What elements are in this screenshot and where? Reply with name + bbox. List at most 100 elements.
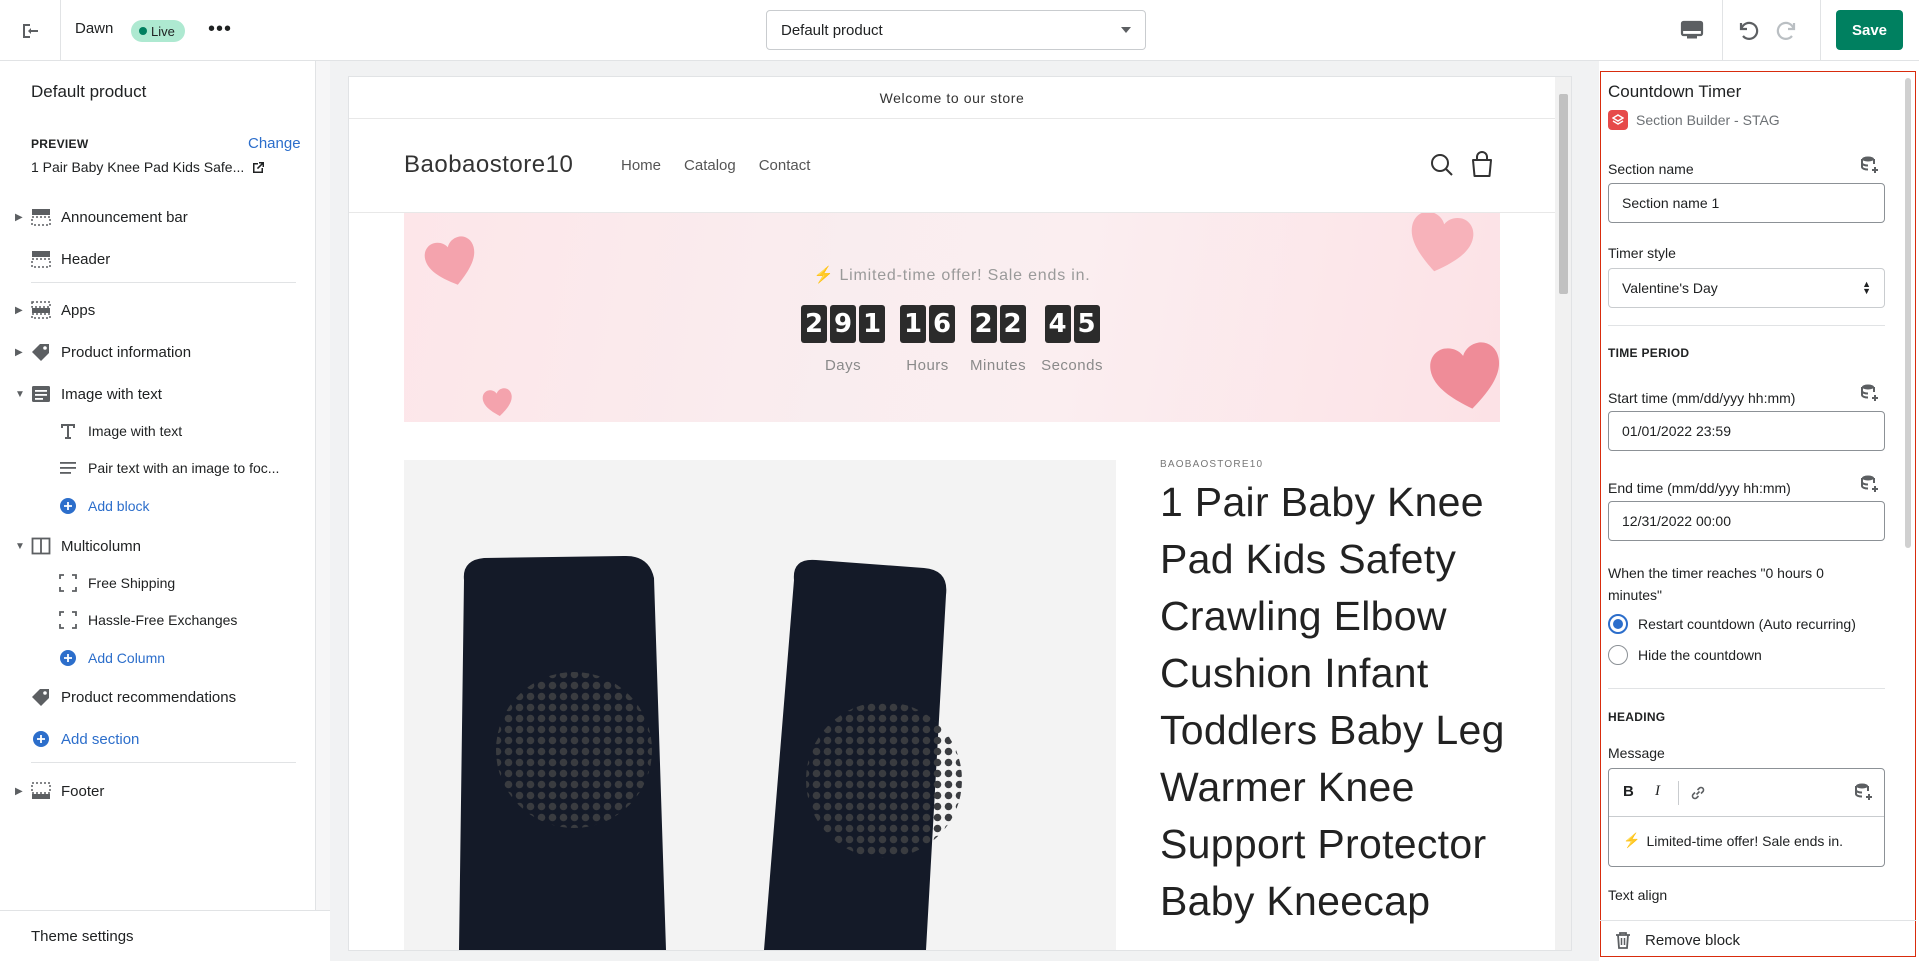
sidebar-item-label: Footer <box>61 782 105 800</box>
nav-home[interactable]: Home <box>621 157 661 174</box>
sidebar-item-header[interactable]: Header <box>0 242 300 276</box>
sidebar-block-image-with-text[interactable]: Image with text <box>0 414 300 448</box>
toolbar-divider <box>1820 0 1821 61</box>
timer-digit: 2 <box>801 305 828 343</box>
sidebar-item-label: Add block <box>88 498 150 514</box>
search-icon[interactable] <box>1429 152 1455 178</box>
timer-days: 2 9 1 Days <box>801 305 886 374</box>
end-time-input[interactable]: 12/31/2022 00:00 <box>1608 501 1885 541</box>
add-block-button[interactable]: Add block <box>0 489 300 523</box>
sections-sidebar: Default product PREVIEW Change 1 Pair Ba… <box>0 61 330 961</box>
sidebar-block-hassle-free[interactable]: Hassle-Free Exchanges <box>0 603 300 637</box>
preview-label: PREVIEW <box>31 137 89 151</box>
column-block-icon <box>58 574 78 592</box>
timer-label: Days <box>824 357 862 374</box>
preview-scrollbar-thumb[interactable] <box>1559 94 1568 294</box>
radio-selected-icon <box>1608 614 1628 634</box>
image-with-text-icon <box>31 385 51 403</box>
template-select[interactable]: Default product <box>766 10 1146 50</box>
banner-message: ⚡ Limited-time offer! Sale ends in. <box>404 265 1500 285</box>
nav-contact[interactable]: Contact <box>759 157 811 174</box>
exit-icon <box>23 23 38 38</box>
save-button[interactable]: Save <box>1836 10 1903 50</box>
expand-arrow-icon[interactable]: ▶ <box>15 786 23 797</box>
dynamic-source-icon[interactable] <box>1860 383 1880 403</box>
sidebar-item-label: Header <box>61 250 111 268</box>
timer-digit: 1 <box>859 305 886 343</box>
dynamic-source-icon[interactable] <box>1860 474 1880 494</box>
product-image[interactable] <box>404 460 1116 950</box>
dynamic-source-icon[interactable] <box>1854 782 1874 802</box>
timer-label: Hours <box>906 357 949 374</box>
section-name-input[interactable]: Section name 1 <box>1608 183 1885 223</box>
announcement-bar-icon <box>31 208 51 226</box>
nav-catalog[interactable]: Catalog <box>684 157 736 174</box>
collapse-arrow-icon[interactable]: ▼ <box>15 389 25 400</box>
redo-icon[interactable] <box>1774 16 1802 44</box>
theme-settings-label: Theme settings <box>31 928 134 945</box>
radio-hide-countdown[interactable]: Hide the countdown <box>1608 645 1762 665</box>
more-actions-button[interactable]: ••• <box>208 18 232 41</box>
product-vendor: BAOBAOSTORE10 <box>1160 459 1264 470</box>
timer-digit: 6 <box>929 305 956 343</box>
sidebar-item-image-with-text[interactable]: ▼ Image with text <box>0 377 300 411</box>
sidebar-block-pair-text[interactable]: Pair text with an image to foc... <box>0 451 300 485</box>
bold-icon[interactable]: B <box>1623 783 1634 800</box>
timer-digit: 2 <box>999 305 1026 343</box>
theme-settings-button[interactable]: Theme settings <box>0 910 330 961</box>
sidebar-item-footer[interactable]: ▶ Footer <box>0 774 300 808</box>
add-section-button[interactable]: Add section <box>0 722 300 756</box>
desktop-icon[interactable] <box>1676 14 1708 46</box>
italic-icon[interactable]: I <box>1655 783 1660 800</box>
expand-arrow-icon[interactable]: ▶ <box>15 212 23 223</box>
timer-style-select[interactable]: Valentine's Day ▲ ▼ <box>1608 268 1885 308</box>
sidebar-item-label: Image with text <box>61 385 162 403</box>
sidebar-title: Default product <box>31 82 147 101</box>
sidebar-item-label: Image with text <box>88 423 183 439</box>
add-circle-icon <box>31 730 51 748</box>
end-time-value: 12/31/2022 00:00 <box>1622 513 1731 529</box>
sidebar-item-label: Announcement bar <box>61 208 188 226</box>
timer-digit: 1 <box>900 305 927 343</box>
sidebar-scrollbar[interactable] <box>316 61 330 911</box>
panel-title: Countdown Timer <box>1608 82 1742 101</box>
app-name: Section Builder - STAG <box>1636 112 1780 128</box>
add-circle-icon <box>58 497 78 515</box>
sidebar-item-announcement-bar[interactable]: ▶ Announcement bar <box>0 200 300 234</box>
editor-content[interactable]: ⚡ Limited-time offer! Sale ends in. <box>1623 832 1843 849</box>
exit-button[interactable] <box>0 0 61 61</box>
store-logo[interactable]: Baobaostore10 <box>404 151 573 179</box>
heart-decoration <box>482 388 512 416</box>
sidebar-item-product-information[interactable]: ▶ Product information <box>0 335 300 369</box>
sidebar-item-label: Add Column <box>88 650 166 666</box>
collapse-arrow-icon[interactable]: ▼ <box>15 541 25 552</box>
link-icon[interactable] <box>1689 784 1707 802</box>
sidebar-item-product-recommendations[interactable]: Product recommendations <box>0 680 300 714</box>
sidebar-item-multicolumn[interactable]: ▼ Multicolumn <box>0 529 300 563</box>
dynamic-source-icon[interactable] <box>1860 155 1880 175</box>
radio-restart-countdown[interactable]: Restart countdown (Auto recurring) <box>1608 614 1856 634</box>
toolbar-divider <box>1722 0 1723 61</box>
undo-icon[interactable] <box>1733 16 1761 44</box>
timer-minutes: 2 2 Minutes <box>970 305 1026 374</box>
cart-icon[interactable] <box>1469 151 1495 179</box>
message-rich-text-editor[interactable]: B I ⚡ Limited-time offer! Sale ends in. <box>1608 768 1885 867</box>
radio-label: Restart countdown (Auto recurring) <box>1638 616 1856 632</box>
sidebar-item-label: Pair text with an image to foc... <box>88 460 280 476</box>
sidebar-block-free-shipping[interactable]: Free Shipping <box>0 566 300 600</box>
store-header: Baobaostore10 Home Catalog Contact <box>349 119 1555 213</box>
store-preview: Welcome to our store Baobaostore10 Home … <box>349 77 1571 950</box>
expand-arrow-icon[interactable]: ▶ <box>15 305 23 316</box>
message-value: Limited-time offer! Sale ends in. <box>1646 832 1844 849</box>
expand-arrow-icon[interactable]: ▶ <box>15 347 23 358</box>
panel-scrollbar[interactable] <box>1905 78 1911 548</box>
preview-product[interactable]: 1 Pair Baby Knee Pad Kids Safe... <box>31 159 265 175</box>
remove-block-button[interactable]: Remove block <box>1600 920 1916 957</box>
timer-seconds: 4 5 Seconds <box>1041 305 1103 374</box>
sidebar-item-apps[interactable]: ▶ Apps <box>0 293 300 327</box>
timer-digit: 9 <box>830 305 857 343</box>
change-preview-link[interactable]: Change <box>248 135 301 152</box>
product-title: 1 Pair Baby Knee Pad Kids Safety Crawlin… <box>1160 479 1505 924</box>
add-column-button[interactable]: Add Column <box>0 641 300 675</box>
start-time-input[interactable]: 01/01/2022 23:59 <box>1608 411 1885 451</box>
